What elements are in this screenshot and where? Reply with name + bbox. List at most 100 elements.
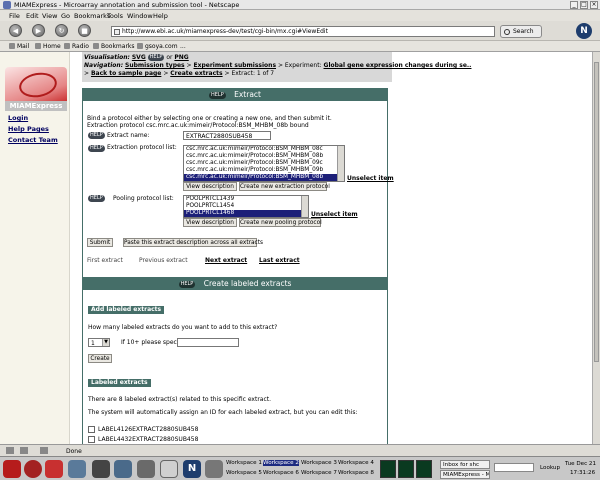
workspace-3[interactable]: Workspace 3 xyxy=(301,460,337,466)
bookmark-gsoya[interactable]: gsoya.com xyxy=(145,43,178,50)
list-item[interactable]: POOLPRTCL1439 xyxy=(184,196,308,203)
specify-count-input[interactable] xyxy=(177,338,239,347)
create-pooling-protocol-button[interactable]: Create new pooling protocol xyxy=(239,218,322,227)
bookmark-mail[interactable]: Mail xyxy=(17,43,29,50)
crumb-experiment-label: Experiment: xyxy=(284,62,322,69)
sidebar-link-contact-team[interactable]: Contact Team xyxy=(8,136,58,144)
unselect-extraction-link[interactable]: Unselect item xyxy=(347,175,394,182)
crumb-create-extracts[interactable]: Create extracts xyxy=(170,70,222,77)
tool-icon[interactable] xyxy=(92,460,110,478)
email-icon[interactable] xyxy=(68,460,86,478)
files-icon[interactable] xyxy=(114,460,132,478)
crumb-experiment[interactable]: Global gene expression changes during se… xyxy=(324,62,472,69)
menu-file[interactable]: File xyxy=(9,12,20,20)
task-miamexpress[interactable]: MIAMExpress - Mic xyxy=(440,470,490,479)
terminal-icon[interactable] xyxy=(205,460,223,478)
labeled-extract-checkbox[interactable] xyxy=(88,436,95,443)
labeled-extract-checkbox[interactable] xyxy=(88,426,95,433)
png-link[interactable]: PNG xyxy=(174,54,188,61)
count-select[interactable]: 1 ▼ xyxy=(88,338,110,347)
list-item-selected[interactable]: POOLPRTCL1468 xyxy=(184,210,308,217)
pooling-protocol-list[interactable]: POOLPRTCL1439 POOLPRTCL1454 POOLPRTCL146… xyxy=(183,195,309,218)
bookmark-bookmarks[interactable]: Bookmarks xyxy=(101,43,135,50)
forward-icon[interactable]: ▶ xyxy=(32,24,45,37)
svg-link[interactable]: SVG xyxy=(132,54,146,61)
url-text: http://www.ebi.ac.uk/miamexpress-dev/tes… xyxy=(122,28,328,35)
minimize-icon[interactable]: _ xyxy=(570,1,578,9)
menu-view[interactable]: View xyxy=(42,12,57,20)
maximize-icon[interactable]: □ xyxy=(580,1,588,9)
extract-name-input[interactable]: EXTRACT2880SUB458 xyxy=(183,131,271,140)
list-item[interactable]: csc.mrc.ac.uk:mimeir/Protocol:BSM_MHBM_0… xyxy=(184,146,344,153)
view-pooling-description-button[interactable]: View description xyxy=(183,218,237,227)
create-extraction-protocol-button[interactable]: Create new extraction protocol xyxy=(239,182,330,191)
menu-edit[interactable]: Edit xyxy=(26,12,39,20)
printer-icon[interactable] xyxy=(137,460,155,478)
extraction-protocol-list[interactable]: csc.mrc.ac.uk:mimeir/Protocol:BSM_MHBM_0… xyxy=(183,145,345,182)
redhat-menu-icon[interactable] xyxy=(3,460,21,478)
search-button[interactable]: Search xyxy=(500,25,542,38)
view-description-button[interactable]: View description xyxy=(183,182,237,191)
workspace-7[interactable]: Workspace 7 xyxy=(301,470,337,476)
paste-all-button[interactable]: Paste this extract description across al… xyxy=(123,238,263,247)
list-item[interactable]: csc.mrc.ac.uk:mimeir/Protocol:BSM_MHBM_0… xyxy=(184,160,344,167)
menu-window[interactable]: Window xyxy=(127,12,153,20)
netscape-launcher-icon[interactable]: N xyxy=(183,460,201,478)
extraction-protocol-label: Extraction protocol list: xyxy=(107,144,177,151)
labeled-help-badge[interactable]: HELP xyxy=(178,280,196,288)
url-field[interactable]: http://www.ebi.ac.uk/miamexpress-dev/tes… xyxy=(111,26,495,37)
submit-button[interactable]: Submit xyxy=(87,238,113,247)
crumb-back-to-sample[interactable]: Back to sample page xyxy=(91,70,161,77)
menu-bookmarks[interactable]: Bookmarks xyxy=(74,12,110,20)
mozilla-icon[interactable] xyxy=(45,460,63,478)
list-item[interactable]: csc.mrc.ac.uk:mimeir/Protocol:BSM_MHBM_0… xyxy=(184,153,344,160)
workspace-2[interactable]: Workspace 2 xyxy=(263,460,299,466)
gsoya-icon xyxy=(137,43,143,49)
extract-name-help-badge[interactable]: HELP xyxy=(88,132,105,139)
bookmark-home[interactable]: Home xyxy=(43,43,61,50)
chevron-down-icon: ▼ xyxy=(102,339,109,346)
workspace-4[interactable]: Workspace 4 xyxy=(338,460,374,466)
sidebar: MIAMExpress Login Help Pages Contact Tea… xyxy=(0,52,70,444)
back-icon[interactable]: ◀ xyxy=(9,24,22,37)
last-extract-link[interactable]: Last extract xyxy=(259,257,300,264)
unselect-pooling-link[interactable]: Unselect item xyxy=(311,211,358,218)
bookmark-radio[interactable]: Radio xyxy=(72,43,89,50)
extraction-protocol-help-badge[interactable]: HELP xyxy=(88,145,105,152)
close-icon[interactable]: × xyxy=(590,1,598,9)
display-icon[interactable] xyxy=(160,460,178,478)
create-button[interactable]: Create xyxy=(88,354,112,363)
stop-icon[interactable]: ■ xyxy=(78,24,91,37)
list-item[interactable]: csc.mrc.ac.uk:mimeir/Protocol:BSM_MHBM_0… xyxy=(184,167,344,174)
cpu-monitor-icon xyxy=(380,460,396,478)
list-item-selected[interactable]: csc.mrc.ac.uk:mimeir/Protocol:BSM_MHBM_0… xyxy=(184,174,344,181)
page-scrollbar[interactable] xyxy=(592,52,600,444)
list-scrollbar[interactable] xyxy=(301,196,308,217)
bookmark-more[interactable]: ... xyxy=(180,43,186,50)
menu-go[interactable]: Go xyxy=(61,12,70,20)
list-item[interactable]: POOLPRTCL1454 xyxy=(184,203,308,210)
task-inbox[interactable]: Inbox for shc xyxy=(440,460,490,469)
reload-icon[interactable]: ↻ xyxy=(55,24,68,37)
gnome-foot-icon[interactable] xyxy=(24,460,42,478)
menu-help[interactable]: Help xyxy=(153,12,168,20)
scrollbar-thumb[interactable] xyxy=(594,62,599,362)
workspace-8[interactable]: Workspace 8 xyxy=(338,470,374,476)
sidebar-link-help-pages[interactable]: Help Pages xyxy=(8,125,49,133)
visualisation-label: Visualisation: xyxy=(84,54,130,61)
lookup-input[interactable] xyxy=(494,463,534,472)
extract-help-badge[interactable]: HELP xyxy=(209,91,226,99)
workspace-1[interactable]: Workspace 1 xyxy=(226,460,262,466)
sidebar-link-login[interactable]: Login xyxy=(8,114,28,122)
workspace-6[interactable]: Workspace 6 xyxy=(263,470,299,476)
workspace-5[interactable]: Workspace 5 xyxy=(226,470,262,476)
bookmarks-icon xyxy=(93,43,99,49)
next-extract-link[interactable]: Next extract xyxy=(205,257,247,264)
menu-tools[interactable]: Tools xyxy=(107,12,123,20)
netscape-logo-icon[interactable]: N xyxy=(576,23,592,39)
list-scrollbar[interactable] xyxy=(337,146,344,181)
pooling-protocol-help-badge[interactable]: HELP xyxy=(88,195,105,202)
help-badge[interactable]: HELP xyxy=(147,54,165,61)
crumb-submission-types[interactable]: Submission types xyxy=(125,62,185,69)
crumb-experiment-submissions[interactable]: Experiment submissions xyxy=(194,62,277,69)
